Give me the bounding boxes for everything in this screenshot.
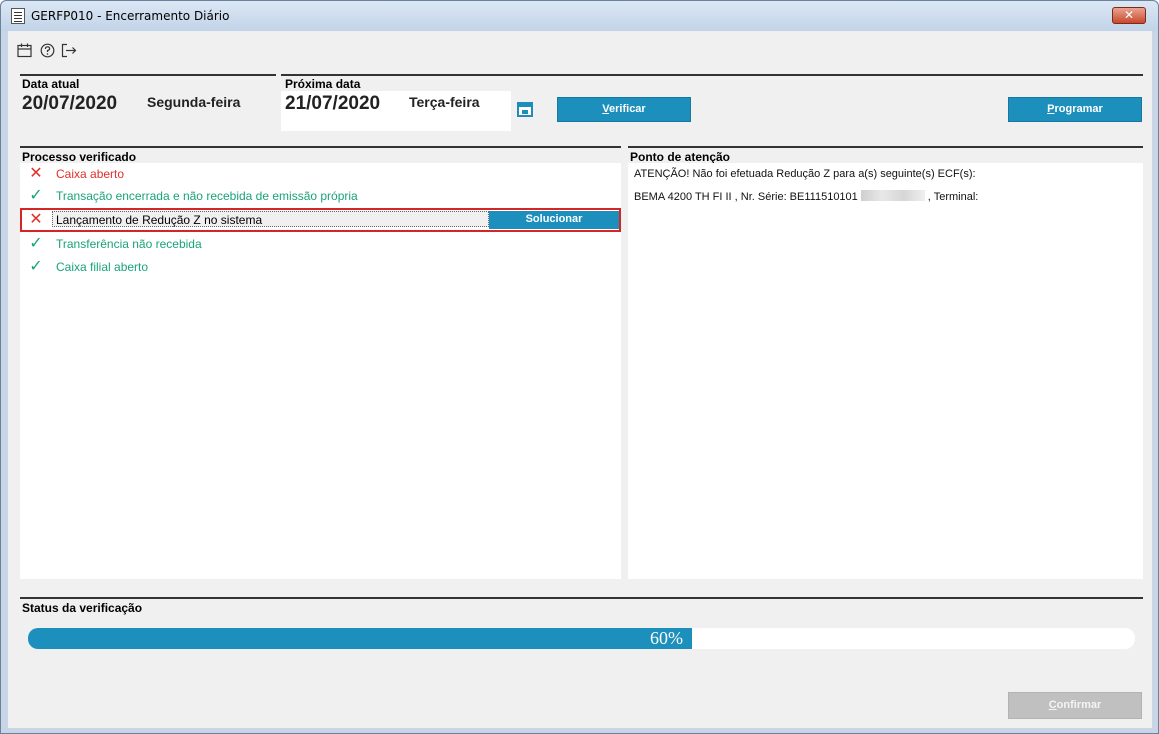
- error-icon: ✕: [29, 165, 43, 182]
- divider: [281, 74, 1143, 76]
- progress-fill: [28, 628, 692, 649]
- next-weekday: Terça-feira: [409, 94, 480, 110]
- list-item-label: Caixa filial aberto: [56, 260, 149, 274]
- window-title: GERFP010 - Encerramento Diário: [31, 9, 230, 23]
- program-button-mnemonic: P: [1047, 103, 1055, 115]
- list-item[interactable]: ✓ Transferência não recebida: [20, 233, 621, 255]
- progress-text: 60%: [650, 628, 683, 648]
- process-list: ✕ Caixa aberto ✓ Transação encerrada e n…: [20, 163, 621, 579]
- list-item-label: Caixa aberto: [56, 167, 125, 181]
- error-icon: ✕: [29, 211, 43, 228]
- attention-line-1: ATENÇÃO! Não foi efetuada Redução Z para…: [634, 168, 976, 180]
- list-item-label: Transferência não recebida: [56, 237, 202, 251]
- redacted-serial: [860, 190, 925, 201]
- list-item[interactable]: ✓ Transação encerrada e não recebida de …: [20, 185, 621, 207]
- verify-button-label: erificar: [609, 103, 646, 115]
- status-title: Status da verificação: [22, 601, 143, 615]
- confirm-button-label: onfirmar: [1056, 699, 1102, 711]
- next-date: 21/07/2020: [285, 93, 381, 114]
- program-button-label: rogramar: [1054, 103, 1103, 115]
- date-picker-icon[interactable]: [517, 102, 533, 117]
- calendar-icon[interactable]: [16, 43, 32, 59]
- close-button[interactable]: ✕: [1112, 7, 1146, 24]
- window-client-area: Data atual 20/07/2020 Segunda-feira Próx…: [8, 31, 1152, 728]
- current-weekday: Segunda-feira: [147, 94, 241, 110]
- title-bar: GERFP010 - Encerramento Diário ✕: [1, 1, 1158, 31]
- ecf-info: BEMA 4200 TH FI II , Nr. Série: BE111510…: [634, 191, 858, 203]
- window-icon: [11, 8, 25, 24]
- current-date-label: Data atual: [22, 77, 80, 91]
- verify-button[interactable]: Verificar: [557, 97, 691, 122]
- verify-button-mnemonic: V: [602, 103, 610, 115]
- solve-button[interactable]: Solucionar: [489, 211, 619, 229]
- confirm-button-mnemonic: C: [1048, 699, 1057, 711]
- divider: [628, 146, 1143, 148]
- next-date-label: Próxima data: [285, 77, 361, 91]
- check-icon: ✓: [29, 187, 43, 204]
- process-title: Processo verificado: [22, 150, 137, 164]
- progress-bar: 60%: [28, 628, 1135, 649]
- check-icon: ✓: [29, 235, 43, 252]
- attention-title: Ponto de atenção: [630, 150, 731, 164]
- help-icon[interactable]: [39, 43, 55, 59]
- main-window: GERFP010 - Encerramento Diário ✕ Data at…: [0, 0, 1159, 734]
- exit-icon[interactable]: [61, 43, 77, 59]
- list-item[interactable]: ✕ Caixa aberto: [20, 163, 621, 185]
- divider: [20, 74, 276, 76]
- current-date: 20/07/2020: [22, 93, 118, 114]
- divider: [20, 146, 621, 148]
- divider: [20, 597, 1143, 599]
- list-item-label: Transação encerrada e não recebida de em…: [56, 189, 358, 203]
- program-button[interactable]: Programar: [1008, 97, 1142, 122]
- list-item[interactable]: ✓ Caixa filial aberto: [20, 256, 621, 278]
- attention-panel: ATENÇÃO! Não foi efetuada Redução Z para…: [628, 163, 1143, 579]
- attention-line-2: BEMA 4200 TH FI II , Nr. Série: BE111510…: [634, 190, 978, 203]
- list-item-selected[interactable]: ✕ Lançamento de Redução Z no sistema Sol…: [20, 208, 621, 232]
- terminal-info: , Terminal:: [927, 191, 979, 203]
- confirm-button[interactable]: Confirmar: [1008, 692, 1142, 719]
- list-item-label: Lançamento de Redução Z no sistema: [56, 213, 263, 227]
- check-icon: ✓: [29, 258, 43, 275]
